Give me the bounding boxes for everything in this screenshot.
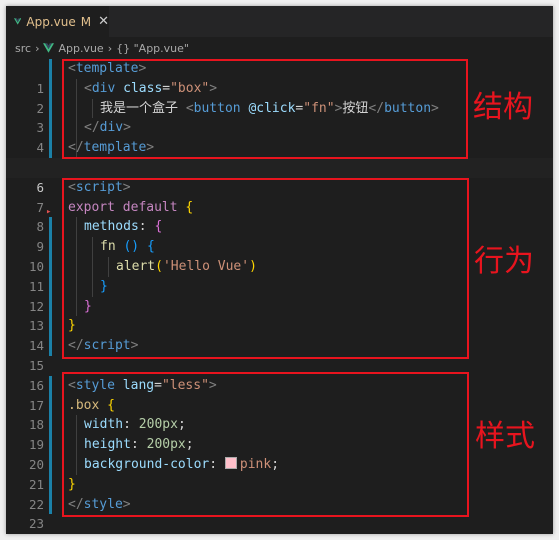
style-highlight-box (62, 372, 469, 517)
behavior-label: 行为 (474, 244, 534, 279)
chevron-right-icon: › (35, 41, 40, 55)
tab-filename: App.vue (26, 14, 76, 29)
modified-indicator: M (80, 14, 92, 29)
code-line: 24 (6, 514, 553, 534)
close-icon[interactable]: ✕ (98, 14, 109, 29)
style-label: 样式 (475, 419, 535, 454)
editor-window: App.vue M ✕ src › App.vue › {} "App.vue"… (6, 6, 553, 534)
structure-highlight-box (62, 59, 468, 159)
behavior-highlight-box (62, 178, 469, 359)
tab-bar: App.vue M ✕ (6, 6, 553, 37)
breadcrumb: src › App.vue › {} "App.vue" (6, 37, 553, 59)
vue-logo-icon (14, 18, 22, 25)
code-line-current: 6 (6, 158, 553, 195)
structure-label: 结构 (473, 90, 533, 125)
breadcrumb-symbol[interactable]: {} "App.vue" (116, 42, 189, 55)
vue-logo-icon (43, 43, 55, 53)
breadcrumb-file[interactable]: App.vue (58, 42, 103, 55)
tab-app-vue[interactable]: App.vue M ✕ (6, 6, 109, 37)
code-editor[interactable]: ▸ 1 <template> 2 <div class="box"> 3 我是一… (6, 59, 553, 534)
breadcrumb-folder[interactable]: src (15, 42, 31, 55)
chevron-right-icon: › (107, 41, 113, 55)
